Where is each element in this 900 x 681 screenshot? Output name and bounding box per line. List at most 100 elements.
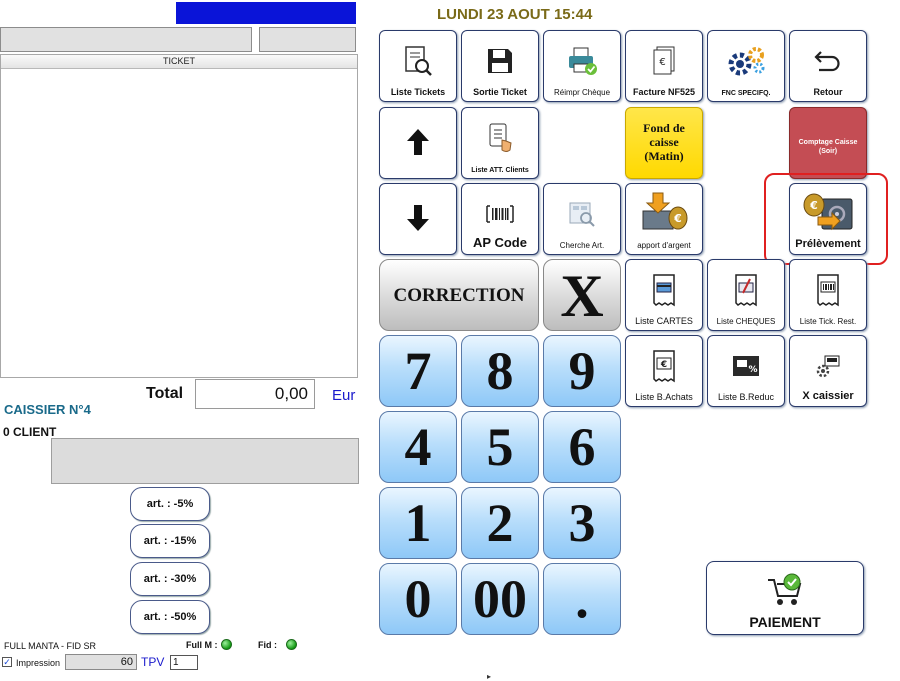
return-arrow-icon [790,43,866,79]
discount-5-button[interactable]: art. : -5% [130,487,210,521]
card-receipt-icon [626,272,702,308]
barcode-icon [462,196,538,232]
cheque-receipt-icon [708,272,784,308]
comptage-line-2: (Soir) [818,148,838,155]
liste-att-clients-button[interactable]: Liste ATT. Clients [461,107,539,179]
ticket-restaurant-icon [790,272,866,308]
date-time: LUNDI 23 AOUT 15:44 [437,6,593,23]
retour-button[interactable]: Retour [789,30,867,102]
arrow-up-button[interactable] [379,107,457,179]
liste-cheques-button[interactable]: Liste CHEQUES [707,259,785,331]
key-2[interactable]: 2 [461,487,539,559]
facture-button[interactable]: € Facture NF525 [625,30,703,102]
article-field[interactable] [0,27,252,52]
fond-de-caisse-button[interactable]: Fond de caisse (Matin) [625,107,703,179]
currency-label: Eur [332,387,356,404]
fid-label: Fid : [258,640,277,650]
svg-text:€: € [673,212,682,225]
save-icon [462,43,538,79]
print-value-field[interactable]: 60 [65,654,137,670]
register-gear-icon [790,348,866,384]
fond-line-3: (Matin) [644,149,684,163]
comptage-caisse-label: Comptage Caisse (Soir) [790,108,866,156]
key-5[interactable]: 5 [461,411,539,483]
x-caissier-button[interactable]: X caissier [789,335,867,407]
invoice-icon: € [626,43,702,79]
ap-code-button[interactable]: AP Code [461,183,539,255]
cashier-label: CAISSIER N°4 [4,402,91,417]
cherche-art-button[interactable]: Cherche Art. [543,183,621,255]
impression-label: Impression [16,658,61,668]
full-m-status-icon [221,639,232,650]
correction-button[interactable]: CORRECTION [379,259,539,331]
fnc-specif-button[interactable]: FNC SPECIFQ. [707,30,785,102]
search-article-icon [544,196,620,232]
liste-cartes-button[interactable]: Liste CARTES [625,259,703,331]
liste-cartes-label: Liste CARTES [635,316,693,326]
highlight-frame [764,173,888,265]
program-label: FULL MANTA - FID SR [4,641,97,651]
money-in-icon: € [626,190,702,234]
gears-icon [708,43,784,79]
key-4[interactable]: 4 [379,411,457,483]
key-00[interactable]: 00 [461,563,539,635]
liste-tick-rest-button[interactable]: Liste Tick. Rest. [789,259,867,331]
discount-15-button[interactable]: art. : -15% [130,524,210,558]
liste-b-reduc-label: Liste B.Reduc [717,392,775,402]
key-3[interactable]: 3 [543,487,621,559]
fond-line-2: caisse [649,135,679,149]
liste-tickets-button[interactable]: Liste Tickets [379,30,457,102]
full-m-label: Full M : [186,640,218,650]
clear-button[interactable]: X [543,259,621,331]
reimpr-cheque-button[interactable]: Réimpr Chèque [543,30,621,102]
ticket-search-icon [380,43,456,79]
total-label: Total [146,385,184,402]
cherche-art-label: Cherche Art. [559,241,605,250]
liste-b-reduc-button[interactable]: % Liste B.Reduc [707,335,785,407]
cart-check-icon [765,572,805,613]
apport-argent-label: apport d'argent [637,241,691,250]
discount-30-button[interactable]: art. : -30% [130,562,210,596]
svg-text:%: % [748,365,757,375]
list-hand-icon [462,120,538,156]
comptage-line-1: Comptage Caisse [798,139,858,146]
arrow-up-icon [380,124,456,160]
key-6[interactable]: 6 [543,411,621,483]
sortie-ticket-button[interactable]: Sortie Ticket [461,30,539,102]
ticket-header: TICKET [1,55,357,69]
comptage-caisse-button[interactable]: Comptage Caisse (Soir) [789,107,867,179]
key-1[interactable]: 1 [379,487,457,559]
arrow-down-button[interactable] [379,183,457,255]
voucher-euro-icon: € [626,348,702,384]
key-0[interactable]: 0 [379,563,457,635]
key-7[interactable]: 7 [379,335,457,407]
fond-line-1: Fond de [643,121,685,135]
liste-b-achats-label: Liste B.Achats [635,392,693,402]
impression-checkbox[interactable]: ✓ [2,657,12,667]
x-caissier-label: X caissier [802,390,854,402]
key-8[interactable]: 8 [461,335,539,407]
ticket-panel[interactable]: TICKET [0,54,358,378]
reimpr-cheque-label: Réimpr Chèque [553,88,611,97]
discount-50-button[interactable]: art. : -50% [130,600,210,634]
key-9[interactable]: 9 [543,335,621,407]
retour-label: Retour [813,87,843,97]
key-dot[interactable]: . [543,563,621,635]
printer-icon [544,43,620,79]
client-info-box[interactable] [51,438,359,484]
quantity-field[interactable] [259,27,356,52]
discount-voucher-icon: % [708,348,784,384]
paiement-button[interactable]: PAIEMENT [706,561,864,635]
liste-cheques-label: Liste CHEQUES [716,317,776,326]
fond-de-caisse-label: Fond de caisse (Matin) [626,108,702,163]
facture-label: Facture NF525 [632,87,696,97]
svg-text:€: € [659,57,665,68]
tpv-field[interactable]: 1 [170,655,198,670]
liste-tickets-label: Liste Tickets [390,87,446,97]
fnc-specif-label: FNC SPECIFQ. [721,90,771,97]
apport-argent-button[interactable]: € apport d'argent [625,183,703,255]
sortie-ticket-label: Sortie Ticket [473,87,527,97]
liste-b-achats-button[interactable]: € Liste B.Achats [625,335,703,407]
arrow-down-icon [380,200,456,236]
pin-marker: ▸ [487,672,492,681]
